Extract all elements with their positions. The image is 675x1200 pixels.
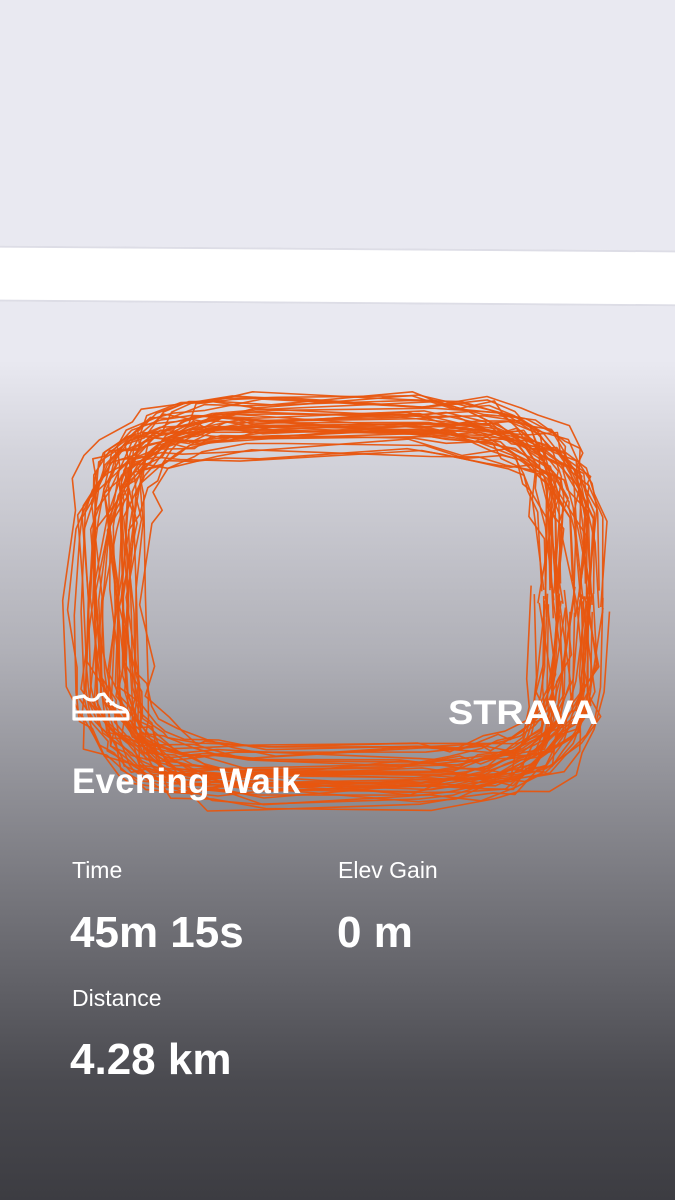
time-value: 45m 15s — [70, 908, 244, 957]
elev-gain-label: Elev Gain — [338, 857, 438, 883]
route-track — [61, 391, 611, 812]
route-lap — [126, 428, 567, 803]
shoe-icon — [72, 692, 130, 721]
route-lap — [94, 419, 590, 791]
strava-logo: STRAVA — [448, 694, 598, 732]
time-label: Time — [72, 857, 123, 883]
distance-label: Distance — [72, 985, 162, 1011]
strava-logo-text: STRAVA — [448, 694, 598, 732]
elev-gain-value: 0 m — [337, 908, 413, 957]
activity-title: Evening Walk — [72, 762, 301, 801]
distance-value: 4.28 km — [70, 1035, 232, 1084]
